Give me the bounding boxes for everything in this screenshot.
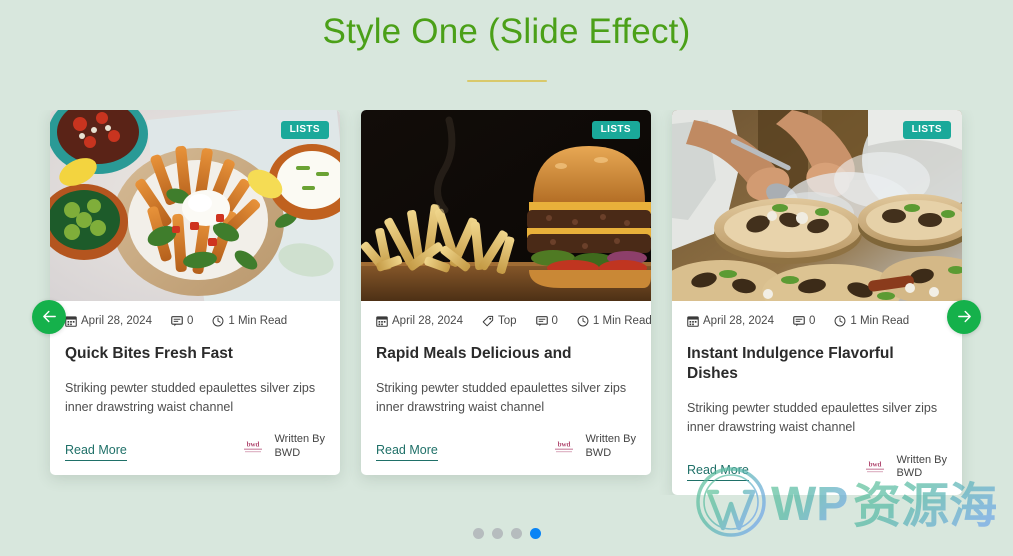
meta-comments-count: 0 (551, 314, 558, 327)
card-image[interactable]: LISTS (672, 109, 962, 301)
page-header: Style One (Slide Effect) (0, 0, 1013, 82)
author-avatar: bwd (551, 439, 577, 455)
read-more-link[interactable]: Read More (376, 443, 438, 461)
tag-icon (482, 315, 494, 327)
carousel-next-button[interactable] (947, 299, 981, 334)
card-meta: April 28, 2024 Top 0 1 Min Read (376, 314, 651, 327)
card-image[interactable]: LISTS (50, 109, 340, 301)
card-image[interactable]: LISTS (361, 109, 651, 301)
carousel-dots (0, 528, 1013, 539)
author-text: Written By BWD (585, 433, 636, 461)
clock-icon (212, 315, 224, 327)
post-card[interactable]: LISTS April 28, 2024 (361, 109, 651, 475)
card-footer: Read More bwd Written By BWD (65, 433, 325, 461)
card-footer: Read More bwd Written By BWD (376, 433, 636, 461)
card-body: April 28, 2024 Top 0 1 Min Read Rapid Me… (361, 301, 651, 475)
author-name: BWD (274, 447, 301, 460)
author-name: BWD (585, 447, 612, 460)
meta-date: April 28, 2024 (376, 315, 463, 327)
card-title[interactable]: Instant Indulgence Flavorful Dishes (687, 344, 947, 384)
author-avatar: bwd (240, 439, 266, 455)
svg-text:bwd: bwd (247, 441, 260, 449)
meta-date-text: April 28, 2024 (81, 314, 152, 327)
read-more-link[interactable]: Read More (65, 443, 127, 461)
meta-tag-text: Top (497, 314, 517, 327)
svg-text:bwd: bwd (558, 441, 571, 449)
card-footer: Read More bwd Written By BWD (687, 454, 947, 482)
meta-comments-count: 0 (186, 314, 194, 327)
card-badge[interactable]: LISTS (280, 120, 329, 139)
card-meta: April 28, 2024 0 1 Min Read (65, 315, 325, 327)
carousel-track: LISTS April 28, 2024 0 1 Min Read Quick … (0, 109, 1013, 496)
meta-read-time-text: 1 Min Read (592, 314, 651, 327)
card-excerpt: Striking pewter studded epaulettes silve… (687, 401, 938, 434)
post-card[interactable]: LISTS April 28, 2024 (672, 109, 962, 496)
page-title: Style One (Slide Effect) (322, 12, 691, 51)
author-name: BWD (896, 467, 923, 480)
meta-comments-count: 0 (808, 314, 816, 327)
card-author: bwd Written By BWD (862, 454, 947, 482)
calendar-icon (65, 316, 77, 327)
comment-icon (793, 315, 805, 326)
post-card[interactable]: LISTS April 28, 2024 (50, 109, 340, 475)
meta-date-text: April 28, 2024 (703, 314, 774, 327)
meta-date-text: April 28, 2024 (392, 314, 463, 327)
meta-tag[interactable]: Top (482, 315, 517, 327)
meta-read-time-text: 1 Min Read (850, 314, 910, 327)
carousel-dot[interactable] (472, 528, 484, 539)
card-body: April 28, 2024 0 (672, 301, 962, 495)
card-excerpt: Striking pewter studded epaulettes silve… (376, 380, 627, 414)
meta-read-time: 1 Min Read (834, 315, 909, 327)
meta-comments: 0 (171, 315, 193, 327)
comment-icon (171, 315, 183, 326)
read-more-link[interactable]: Read More (687, 463, 749, 482)
card-title[interactable]: Rapid Meals Delicious and (376, 344, 636, 364)
meta-comments: 0 (793, 315, 815, 327)
carousel-dot[interactable] (491, 528, 503, 539)
bwd-logo-icon: bwd (555, 441, 574, 453)
card-author: bwd Written By BWD (240, 433, 325, 461)
card-body: April 28, 2024 0 (50, 301, 340, 475)
carousel-dot[interactable] (510, 528, 522, 539)
svg-text:bwd: bwd (869, 461, 882, 469)
meta-comments: 0 (535, 314, 558, 327)
calendar-icon (687, 316, 699, 327)
bwd-logo-icon: bwd (244, 441, 263, 453)
post-carousel: LISTS April 28, 2024 0 1 Min Read Quick … (0, 109, 1013, 510)
card-badge[interactable]: LISTS (591, 120, 640, 139)
meta-read-time: 1 Min Read (212, 315, 287, 327)
meta-read-time: 1 Min Read (577, 315, 651, 327)
author-prefix: Written By (274, 433, 325, 446)
author-text: Written By BWD (896, 454, 947, 482)
carousel-prev-button[interactable] (32, 299, 66, 334)
author-prefix: Written By (896, 453, 947, 466)
card-title[interactable]: Quick Bites Fresh Fast (65, 344, 325, 364)
arrow-left-icon (42, 311, 56, 323)
author-avatar: bwd (862, 459, 888, 475)
author-text: Written By BWD (274, 433, 325, 461)
carousel-dot-active[interactable] (529, 528, 541, 539)
card-badge[interactable]: LISTS (902, 120, 951, 139)
meta-date: April 28, 2024 (687, 315, 774, 327)
meta-read-time-text: 1 Min Read (228, 314, 288, 327)
meta-date: April 28, 2024 (65, 315, 152, 327)
author-prefix: Written By (585, 433, 636, 446)
card-meta: April 28, 2024 0 1 Min Read (687, 315, 947, 327)
comment-icon (535, 315, 548, 326)
card-excerpt: Striking pewter studded epaulettes silve… (65, 380, 316, 414)
clock-icon (577, 315, 589, 327)
title-underline (466, 79, 547, 82)
clock-icon (834, 315, 846, 327)
bwd-logo-icon: bwd (866, 461, 885, 473)
card-author: bwd Written By BWD (551, 433, 636, 461)
calendar-icon (376, 316, 388, 327)
arrow-right-icon (957, 311, 971, 323)
